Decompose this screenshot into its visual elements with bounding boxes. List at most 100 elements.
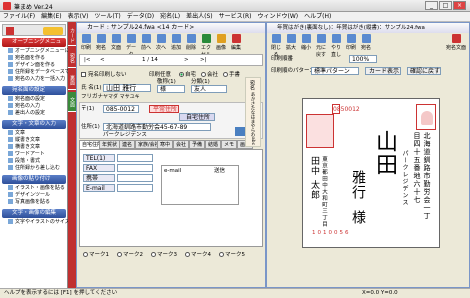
menu-file[interactable]: ファイル(F) [0,12,38,22]
home-address-button[interactable]: 自宅住所 [179,113,215,121]
section-edit[interactable]: 文字・画像の編集 [2,209,66,218]
list-item[interactable]: イラスト・画像を貼る [8,185,65,192]
redo-button[interactable]: やり直し [329,34,343,58]
mark-4[interactable]: マーク4 [185,251,211,259]
print-hand[interactable]: 手書 [223,71,240,79]
maximize-button[interactable]: □ [439,1,452,10]
menu-data[interactable]: データ(D) [124,12,157,22]
list-item[interactable]: ワードアート [8,151,45,158]
tel-field[interactable] [117,154,153,162]
list-item[interactable]: 差出人の設定 [8,110,45,117]
panel-switch-button[interactable] [43,27,63,35]
first-record[interactable]: |< [84,56,90,64]
kana-field[interactable]: ヤマダ マサユキ [103,93,140,101]
preview-address-button[interactable]: 宛名 [359,34,373,52]
menu-tools[interactable]: ツール(T) [91,12,123,22]
honor-field[interactable]: 様 [157,85,185,93]
image-button[interactable]: 画像 [214,34,228,52]
tab-joint[interactable]: 連名 [119,140,136,149]
address-page-button[interactable]: 宛名文面 [445,34,467,52]
card-view-button[interactable]: カード表示 [365,67,401,75]
pattern-select[interactable]: 標準パターン [311,67,359,75]
undo-button[interactable]: 元に戻す [314,34,328,58]
menu-sender[interactable]: 差出人(S) [183,12,216,22]
list-item[interactable]: 宛名面を作る [8,55,45,62]
edit-address-icon[interactable] [235,127,245,136]
no-print-flag[interactable]: 宛名印刷しない [81,71,127,79]
address-button[interactable]: 宛名 [94,34,108,52]
tab-nenga[interactable]: 年賀状 [99,140,121,149]
text-button[interactable]: 文面 [109,34,123,52]
title-bar: 筆まめ Ver.24 _ □ × [0,0,470,12]
menu-edit[interactable]: 編集(E) [38,12,64,22]
tab-company[interactable]: 会社 [173,140,190,149]
prev-record[interactable]: < [100,56,105,64]
section-image-paste[interactable]: 画像の貼り付け [2,175,66,184]
tab-memo[interactable]: メモ [221,140,238,149]
mark-5[interactable]: マーク5 [219,251,245,259]
normal-address-button[interactable]: 平常住所 [149,105,179,113]
data-button[interactable]: データ [124,34,138,58]
section-text-input[interactable]: 文字・文章の入力 [2,120,66,129]
address-field[interactable]: 北海道釧路市勤労会45-67-89 [103,123,211,131]
index-letters[interactable]: あかさたなはまやらわabc [249,92,255,145]
list-item[interactable]: 縦書き文章 [8,137,40,144]
name-field[interactable]: 山田 雅行 [103,84,151,92]
postal-code-boxes [322,104,392,114]
nenga-illustration [306,114,334,148]
email-list[interactable]: e-mail 送信 [161,165,239,205]
menu-address[interactable]: 宛名(L) [157,12,183,22]
category-field[interactable]: 友人 [191,85,227,93]
mark-3[interactable]: マーク3 [151,251,177,259]
mark-2[interactable]: マーク2 [117,251,143,259]
zip-label: 〒(1) [81,106,95,112]
list-item[interactable]: 住所録から差し込む [8,165,60,172]
list-item[interactable]: 横書き文章 [8,144,40,151]
tab-text[interactable]: 文面 [68,92,76,112]
preview-print-button[interactable]: 印刷 [344,34,358,52]
list-item[interactable]: デザインツール [8,192,50,199]
email-field[interactable] [117,184,153,192]
tab-spare[interactable]: 予備 [189,140,206,149]
tab-wedding[interactable]: 結婚 [205,140,222,149]
tab-back[interactable]: 裏面 [68,70,76,90]
building-field[interactable]: パークレジデンス [103,131,147,139]
next-record[interactable]: > [184,56,189,64]
zoom-out-button[interactable]: 縮小 [299,34,313,52]
list-item[interactable]: 写真画像を貼る [8,199,50,206]
tab-address[interactable]: 宛名 [68,48,76,68]
zoom-in-button[interactable]: 拡大 [284,34,298,52]
list-item[interactable]: 宛名面の設定 [8,96,45,103]
next-button[interactable]: 次へ [154,34,168,52]
menu-service[interactable]: サービス(R) [216,12,255,22]
list-item[interactable]: 文章 [8,130,25,137]
last-record[interactable]: >| [200,56,206,64]
menu-window[interactable]: ウィンドウ(W) [254,12,301,22]
edit-button[interactable]: 編集 [229,34,243,52]
delete-button[interactable]: 削除 [184,34,198,52]
list-item[interactable]: デザイン面を作る [8,62,55,69]
list-item[interactable]: 段落・書式 [8,158,40,165]
minimize-button[interactable]: _ [425,1,438,10]
section-address-settings[interactable]: 宛名面の設定 [2,86,66,95]
mark-1[interactable]: マーク1 [83,251,109,259]
zip-field[interactable]: 085-0012 [103,105,139,113]
section-opening-menu[interactable]: オープニングメニュー [2,38,66,54]
close-preview-button[interactable]: 閉じる [269,34,283,58]
print-button[interactable]: 印刷 [79,34,93,52]
tab-winter[interactable]: 寒中 [157,140,174,149]
menu-view[interactable]: 表示(V) [65,12,92,22]
zoom-select[interactable]: 100% [349,55,377,63]
check-button[interactable]: 確認に戻す [407,67,441,75]
excel-button[interactable]: エクセル [199,34,213,58]
menu-help[interactable]: ヘルプ(H) [301,12,334,22]
prev-button[interactable]: 前へ [139,34,153,52]
fax-field[interactable] [117,164,153,172]
mobile-field[interactable] [117,174,153,182]
add-button[interactable]: 追加 [169,34,183,52]
app-icon [3,2,11,10]
list-item[interactable]: 宛名の入力を一括入力 [8,76,65,83]
close-button[interactable]: × [453,1,466,10]
tab-card[interactable]: カード [68,26,76,46]
list-item[interactable]: 宛名の入力 [8,103,40,110]
